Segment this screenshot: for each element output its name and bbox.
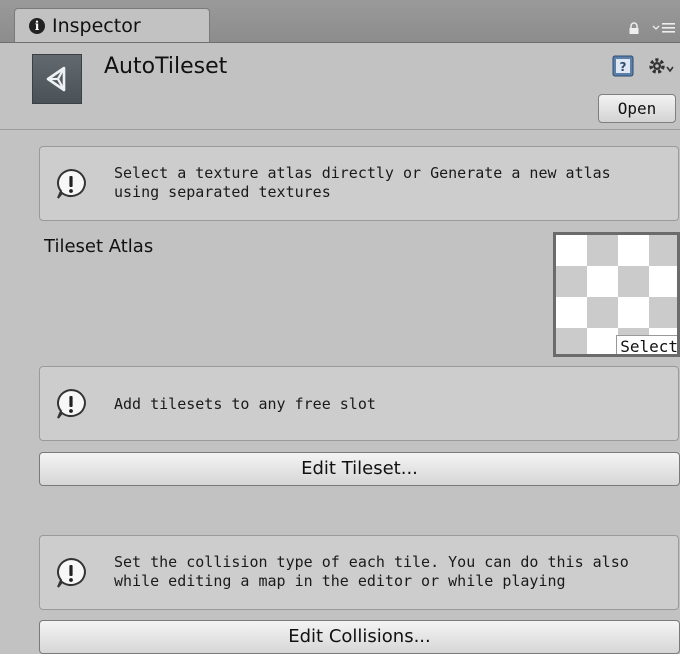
- tab-title: Inspector: [52, 14, 141, 37]
- select-texture-button[interactable]: Select: [616, 335, 677, 354]
- tileset-atlas-label: Tileset Atlas: [44, 236, 154, 257]
- help-text-collisions: Set the collision type of each tile. You…: [114, 553, 629, 590]
- warning-icon: [57, 388, 86, 419]
- warning-icon: [57, 168, 86, 199]
- warning-icon: [57, 557, 86, 588]
- gear-icon[interactable]: [646, 55, 674, 77]
- help-box-collisions: Set the collision type of each tile. You…: [39, 535, 679, 610]
- help-book-icon[interactable]: ?: [612, 55, 634, 77]
- inspector-header: AutoTileset ? Open: [0, 43, 680, 130]
- svg-text:?: ?: [620, 60, 627, 74]
- tab-inspector[interactable]: i Inspector: [14, 8, 210, 42]
- asset-title: AutoTileset: [104, 54, 228, 79]
- info-icon: i: [29, 17, 45, 34]
- lock-icon[interactable]: [628, 22, 640, 34]
- open-button[interactable]: Open: [598, 94, 676, 123]
- help-box-atlas: Select a texture atlas directly or Gener…: [39, 146, 679, 221]
- help-box-tilesets: Add tilesets to any free slot: [39, 366, 679, 441]
- edit-tileset-button[interactable]: Edit Tileset...: [39, 452, 680, 486]
- unity-asset-icon: [32, 54, 82, 104]
- tab-bar: i Inspector: [0, 0, 680, 43]
- help-text-tilesets: Add tilesets to any free slot: [114, 395, 376, 413]
- tileset-atlas-field[interactable]: Select: [553, 232, 680, 357]
- help-text-atlas: Select a texture atlas directly or Gener…: [114, 164, 611, 201]
- tab-menu-icon[interactable]: [652, 20, 676, 36]
